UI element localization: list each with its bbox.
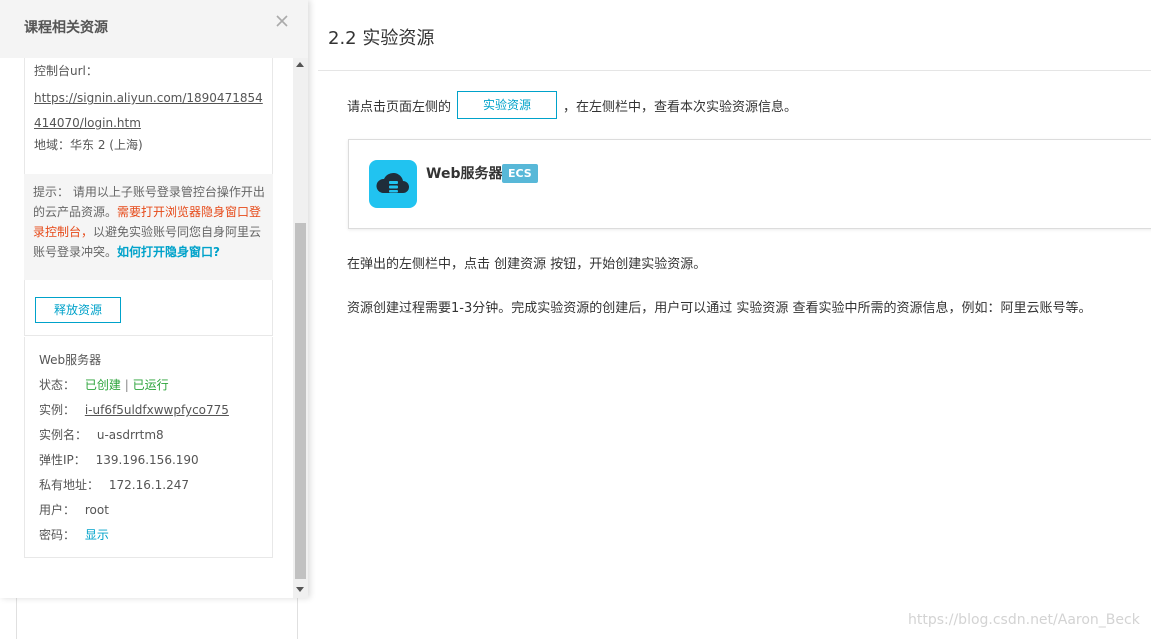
ecs-badge: ECS bbox=[502, 164, 538, 183]
instance-label: 实例： bbox=[39, 403, 76, 417]
console-label: 控制台url： bbox=[34, 64, 98, 78]
close-icon[interactable] bbox=[272, 12, 292, 32]
panel-title: 课程相关资源 bbox=[24, 20, 108, 36]
status-separator: | bbox=[124, 378, 129, 392]
server-card: Web服务器 ECS bbox=[348, 139, 1151, 229]
show-password-link[interactable]: 显示 bbox=[85, 528, 109, 542]
incognito-help-link[interactable]: 如何打开隐身窗口? bbox=[117, 245, 220, 259]
resource-duration-instruction: 资源创建过程需要1-3分钟。完成实验资源的创建后，用户可以通过 实验资源 查看实… bbox=[347, 301, 1092, 316]
divider bbox=[318, 70, 1151, 71]
tip-text: 提示： 请用以上子账号登录管控台操作开出的云产品资源。需要打开浏览器隐身窗口登录… bbox=[33, 182, 265, 262]
instruction-suffix: ，在左侧栏中，查看本次实验资源信息。 bbox=[563, 99, 798, 115]
release-resource-button[interactable]: 释放资源 bbox=[35, 297, 121, 323]
section-title: 2.2 实验资源 bbox=[328, 28, 435, 49]
status-running: 已运行 bbox=[132, 378, 169, 392]
password-row: 密码： 显示 bbox=[39, 526, 109, 543]
user-row: 用户： root bbox=[39, 501, 109, 518]
tip-box: 提示： 请用以上子账号登录管控台操作开出的云产品资源。需要打开浏览器隐身窗口登录… bbox=[24, 174, 273, 280]
instance-id-link[interactable]: i-uf6f5uldfxwwpfyco775 bbox=[85, 403, 229, 417]
eip-label: 弹性IP： bbox=[39, 453, 86, 467]
instruction-prefix: 请点击页面左侧的 bbox=[347, 99, 452, 115]
experiment-resource-button[interactable]: 实验资源 bbox=[457, 91, 558, 119]
status-label: 状态： bbox=[39, 378, 76, 392]
status-created: 已创建 bbox=[84, 378, 121, 392]
user-label: 用户： bbox=[39, 503, 76, 517]
instance-name-value: u-asdrrtm8 bbox=[96, 428, 164, 442]
eip-row: 弹性IP： 139.196.156.190 bbox=[39, 451, 199, 468]
instruction-line: 请点击页面左侧的 实验资源 ，在左侧栏中，查看本次实验资源信息。 bbox=[347, 91, 797, 119]
console-info: 控制台url： https://signin.aliyun.com/189047… bbox=[24, 58, 273, 174]
private-ip-row: 私有地址： 172.16.1.247 bbox=[39, 476, 189, 493]
private-ip-label: 私有地址： bbox=[39, 478, 100, 492]
scroll-up-arrow-icon[interactable] bbox=[296, 62, 304, 67]
console-url-link[interactable]: https://signin.aliyun.com/18904718544140… bbox=[34, 86, 266, 136]
scroll-thumb[interactable] bbox=[295, 223, 306, 579]
status-row: 状态： 已创建 | 已运行 bbox=[39, 376, 169, 393]
release-section: 释放资源 bbox=[24, 280, 273, 336]
resource-heading: Web服务器 bbox=[39, 353, 102, 367]
panel-header: 课程相关资源 bbox=[0, 0, 308, 58]
instance-row: 实例： i-uf6f5uldfxwwpfyco775 bbox=[39, 401, 229, 418]
password-label: 密码： bbox=[39, 528, 76, 542]
eip-value: 139.196.156.190 bbox=[95, 453, 199, 467]
create-resource-instruction: 在弹出的左侧栏中，点击 创建资源 按钮，开始创建实验资源。 bbox=[347, 257, 707, 272]
underlying-panel bbox=[16, 598, 298, 639]
cloud-server-icon bbox=[369, 160, 417, 208]
region-text: 地域：华东 2 (上海) bbox=[34, 138, 143, 152]
instance-name-row: 实例名： u-asdrrtm8 bbox=[39, 426, 164, 443]
instance-name-label: 实例名： bbox=[39, 428, 88, 442]
private-ip-value: 172.16.1.247 bbox=[108, 478, 189, 492]
panel-scrollbar[interactable] bbox=[293, 58, 308, 598]
user-value: root bbox=[84, 503, 109, 517]
scroll-down-arrow-icon[interactable] bbox=[296, 587, 304, 592]
course-resources-panel: 课程相关资源 控制台url： https://signin.aliyun.com… bbox=[0, 0, 308, 598]
server-name: Web服务器 bbox=[426, 166, 503, 182]
watermark: https://blog.csdn.net/Aaron_Beck bbox=[908, 612, 1140, 628]
resource-info-card: Web服务器 状态： 已创建 | 已运行 实例： i-uf6f5uldfxwwp… bbox=[24, 337, 273, 558]
